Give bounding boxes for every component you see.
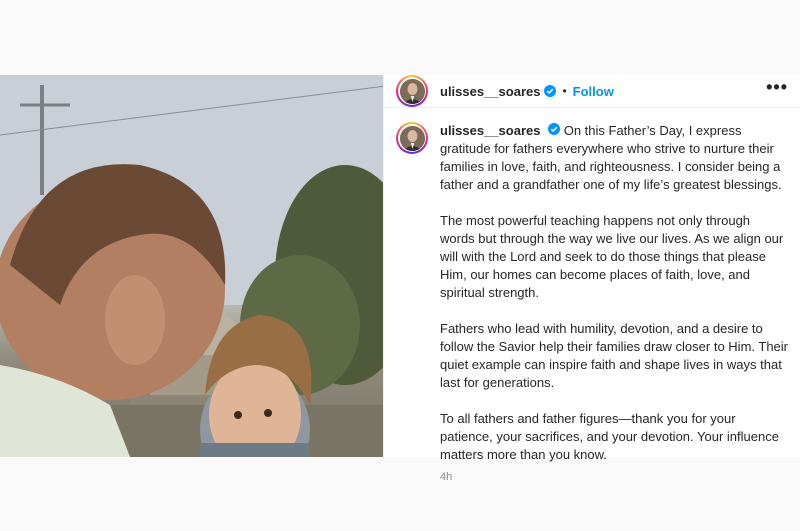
avatar-portrait [399, 78, 425, 104]
caption-paragraph: ulisses__soares On this Father’s Day, I … [440, 122, 788, 194]
follow-button[interactable]: Follow [573, 84, 614, 99]
avatar[interactable] [396, 75, 428, 107]
separator-dot: • [562, 84, 567, 98]
caption-avatar[interactable] [396, 122, 428, 154]
verified-badge-icon [544, 85, 557, 97]
post-photo[interactable] [0, 75, 383, 457]
caption-paragraph-2: The most powerful teaching happens not o… [440, 213, 784, 300]
caption-section: ulisses__soares On this Father’s Day, I … [384, 108, 800, 486]
avatar-image [399, 78, 425, 104]
caption-username-link[interactable]: ulisses__soares [440, 123, 540, 138]
instagram-post: ulisses__soares • Follow ••• ulisses__so… [0, 75, 800, 483]
caption-avatar-portrait [399, 125, 425, 151]
caption-avatar-image [399, 125, 425, 151]
username-link[interactable]: ulisses__soares [440, 84, 540, 99]
caption-verified-badge-icon [548, 123, 561, 135]
photo-illustration [0, 75, 383, 457]
post-sidebar: ulisses__soares • Follow ••• ulisses__so… [383, 75, 800, 483]
more-options-icon[interactable]: ••• [766, 77, 788, 106]
caption-paragraph-4: To all fathers and father figures—thank … [440, 411, 779, 462]
caption-paragraph-3: Fathers who lead with humility, devotion… [440, 321, 789, 390]
post-timestamp[interactable]: 4h [440, 468, 788, 486]
caption-text: ulisses__soares On this Father’s Day, I … [440, 122, 788, 486]
post-header: ulisses__soares • Follow ••• [384, 75, 800, 108]
